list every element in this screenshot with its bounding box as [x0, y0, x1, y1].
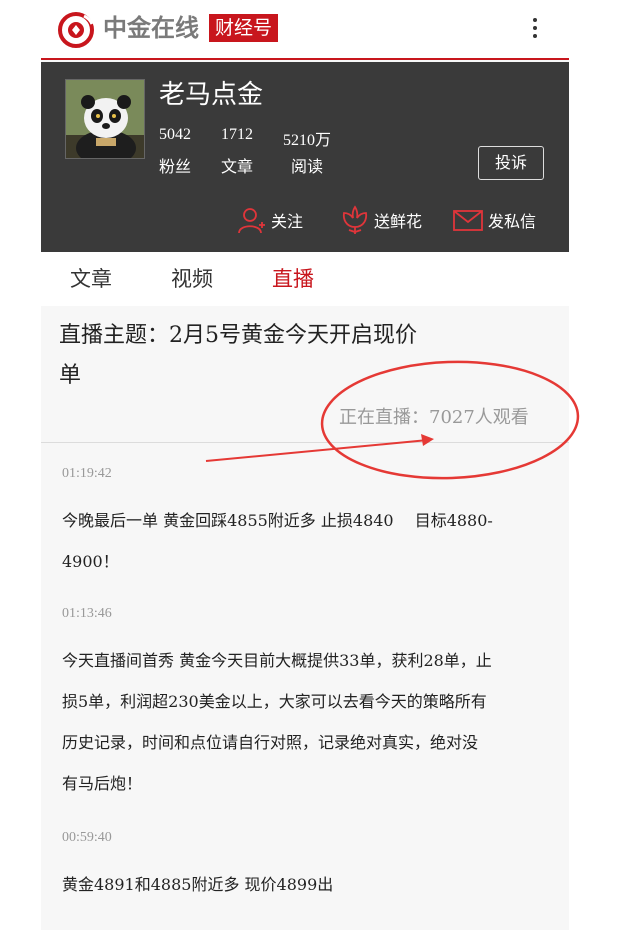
send-message-button[interactable]: 发私信 — [452, 202, 536, 238]
entry-time: 01:19:42 — [62, 466, 112, 481]
logo-text[interactable]: 中金在线 — [103, 12, 199, 44]
entry-line: 有马后炮！ — [62, 774, 143, 793]
stat-articles-label[interactable]: 文章 — [221, 153, 253, 177]
tab-articles[interactable]: 文章 — [70, 264, 112, 294]
live-topic-title-line2: 单 — [59, 363, 82, 388]
stat-reads-label: 阅读 — [291, 157, 324, 176]
entry-line: 今天直播间首秀 黄金今天目前大概提供33单，获利28单，止 — [62, 651, 492, 670]
send-flower-label: 送鲜花 — [374, 212, 423, 231]
profile-name: 老马点金 — [159, 80, 264, 110]
live-topic-title-line1: 直播主题：2月5号黄金今天开启现价 — [59, 323, 417, 348]
entry-line: 黄金4891和4885附近多 现价4899出 — [62, 875, 334, 894]
live-topic-title: 直播主题：2月5号黄金今天开启现价 单 — [59, 316, 479, 396]
flower-icon — [342, 205, 368, 234]
more-vertical-icon[interactable] — [525, 14, 545, 44]
page: 中金在线 财经号 老马点金 5042 粉丝 1712 文章 5210万 阅读 投… — [41, 0, 569, 930]
entry-line: 损5单，利润超230美金以上，大家可以去看今天的策略所有 — [62, 692, 487, 711]
entry-time: 00:59:40 — [62, 830, 112, 845]
divider — [41, 442, 569, 443]
tab-live[interactable]: 直播 — [272, 264, 314, 294]
stat-reads-value: 5210万 — [283, 132, 332, 149]
avatar[interactable] — [65, 79, 145, 159]
entry-line: 历史记录，时间和点位请自行对照，记录绝对真实，绝对没 — [62, 733, 479, 752]
entry-line: 4900！ — [62, 552, 119, 571]
user-add-icon — [238, 208, 265, 234]
send-flower-button[interactable]: 送鲜花 — [340, 202, 422, 238]
tab-videos[interactable]: 视频 — [171, 264, 213, 294]
mail-icon — [453, 210, 483, 231]
stat-articles-value[interactable]: 1712 — [221, 126, 253, 144]
report-button[interactable]: 投诉 — [478, 146, 544, 180]
stat-fans-label[interactable]: 粉丝 — [159, 153, 191, 177]
live-viewer-count: 正在直播：7027人观看 — [339, 407, 529, 428]
profile-card: 老马点金 5042 粉丝 1712 文章 5210万 阅读 投诉 关注 送鲜花 — [41, 62, 569, 252]
send-message-label: 发私信 — [488, 212, 537, 231]
entry-text: 今天直播间首秀 黄金今天目前大概提供33单，获利28单，止 损5单，利润超230… — [62, 640, 550, 804]
entry-text: 黄金4891和4885附近多 现价4899出 — [62, 864, 550, 905]
top-bar: 中金在线 财经号 — [41, 0, 569, 60]
entry-line: 今晚最后一单 黄金回踩4855附近多 止损4840 目标4880- — [62, 511, 493, 530]
zhongjin-logo-icon[interactable] — [58, 12, 94, 48]
entry-text: 今晚最后一单 黄金回踩4855附近多 止损4840 目标4880- 4900！ — [62, 500, 550, 582]
follow-label: 关注 — [271, 212, 304, 231]
entry-time: 01:13:46 — [62, 606, 112, 621]
stat-fans-value[interactable]: 5042 — [159, 126, 191, 144]
logo-badge[interactable]: 财经号 — [209, 14, 279, 42]
follow-button[interactable]: 关注 — [237, 202, 303, 238]
tab-bar: 文章 视频 直播 — [41, 252, 569, 306]
